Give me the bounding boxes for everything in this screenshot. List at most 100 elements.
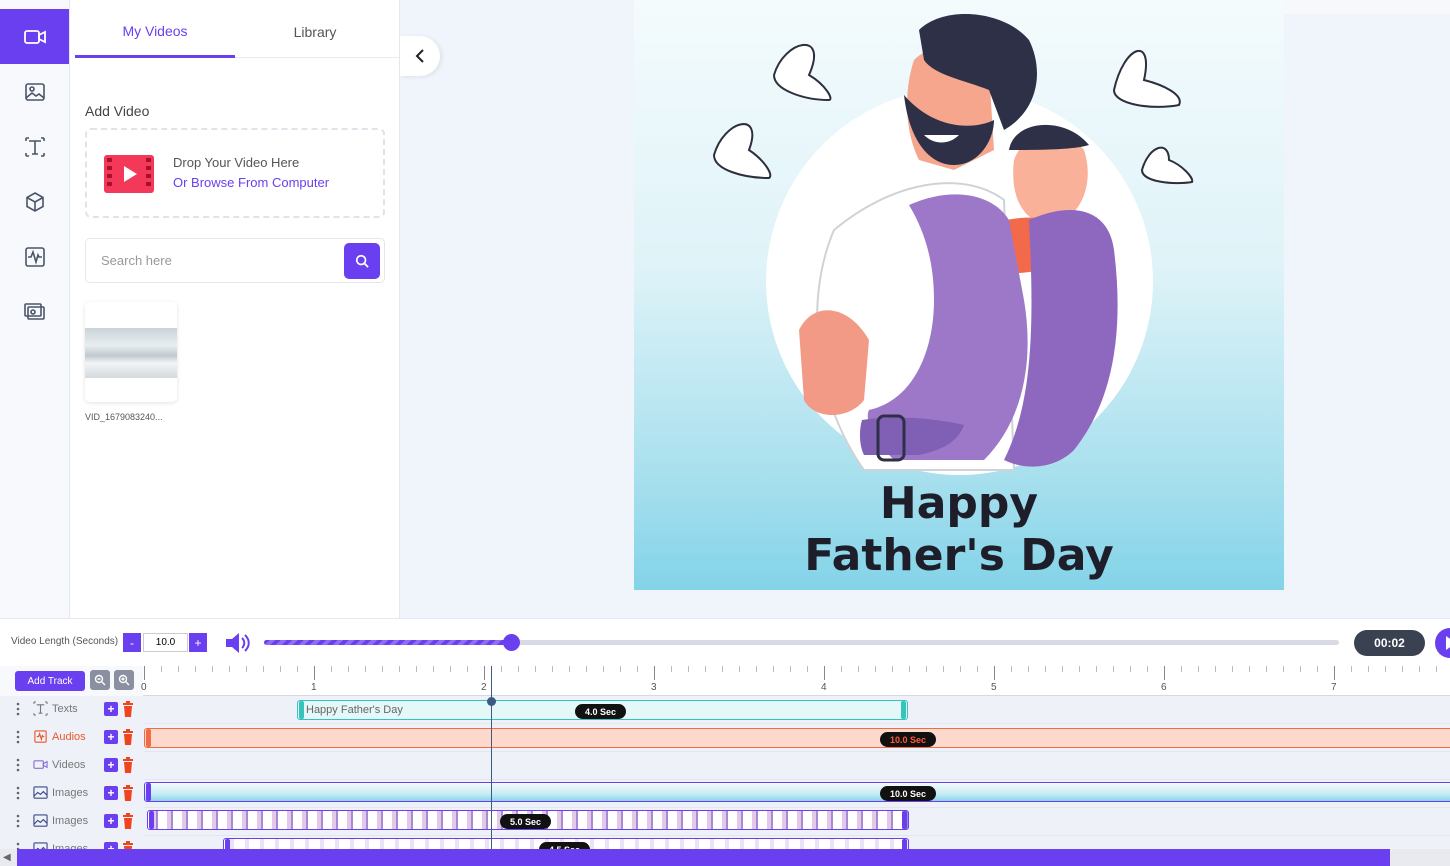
video-file-icon: [104, 155, 154, 193]
audio-tool-button[interactable]: [0, 229, 69, 284]
browse-link[interactable]: Or Browse From Computer: [173, 175, 329, 190]
ruler-minor-tick: [841, 666, 842, 672]
image-icon: [33, 786, 48, 799]
video-canvas[interactable]: Happy Father's Day: [634, 0, 1284, 590]
text-clip[interactable]: Happy Father's Day 4.0 Sec: [297, 700, 908, 720]
elements-tool-button[interactable]: [0, 174, 69, 229]
ruler-minor-tick: [399, 666, 400, 672]
ruler-minor-tick: [212, 666, 213, 672]
clip-end-handle[interactable]: [901, 701, 906, 719]
drag-handle-icon[interactable]: [15, 758, 21, 772]
ruler-minor-tick: [1181, 666, 1182, 672]
ruler-minor-tick: [450, 666, 451, 672]
trash-icon[interactable]: [122, 701, 134, 717]
videos-tool-button[interactable]: [0, 9, 69, 64]
ruler-minor-tick: [773, 666, 774, 672]
video-search: [85, 238, 385, 283]
track-label: Images: [52, 787, 89, 799]
scroll-left-icon[interactable]: ◀: [3, 852, 11, 863]
playhead[interactable]: [490, 666, 492, 866]
chevron-left-icon: [415, 49, 424, 63]
video-dropzone[interactable]: Drop Your Video Here Or Browse From Comp…: [85, 128, 385, 218]
track-row-images: Images +: [0, 780, 143, 808]
ruler-minor-tick: [620, 666, 621, 672]
decrease-length-button[interactable]: -: [123, 633, 141, 652]
slides-icon: [23, 302, 45, 320]
text-tool-button[interactable]: [0, 119, 69, 174]
audio-clip[interactable]: 10.0 Sec: [144, 728, 1450, 748]
ruler-minor-tick: [586, 666, 587, 672]
ruler-minor-tick: [1317, 666, 1318, 672]
images-tool-button[interactable]: [0, 64, 69, 119]
image-clip[interactable]: 5.0 Sec: [147, 810, 909, 830]
search-button[interactable]: [344, 243, 380, 279]
trash-icon[interactable]: [122, 785, 134, 801]
add-to-track-button[interactable]: +: [104, 786, 118, 800]
scrollbar-thumb[interactable]: [17, 849, 1390, 866]
zoom-in-button[interactable]: [114, 670, 134, 690]
progress-knob[interactable]: [503, 634, 521, 651]
add-to-track-button[interactable]: +: [104, 758, 118, 772]
zoom-out-icon: [94, 674, 106, 686]
ruler-minor-tick: [382, 666, 383, 672]
play-button[interactable]: [1435, 628, 1450, 658]
ruler-minor-tick: [1368, 666, 1369, 672]
playhead-handle[interactable]: [486, 697, 496, 706]
ruler-minor-tick: [1096, 666, 1097, 672]
video-thumbnail[interactable]: [85, 302, 177, 402]
text-clip-name: Happy Father's Day: [306, 704, 403, 716]
clip-start-handle[interactable]: [149, 811, 154, 829]
playback-progress[interactable]: [264, 634, 1339, 651]
ruler-minor-tick: [756, 666, 757, 672]
ruler-minor-tick: [926, 666, 927, 672]
ruler-minor-tick: [1300, 666, 1301, 672]
drag-handle-icon[interactable]: [15, 730, 21, 744]
clip-duration: 5.0 Sec: [500, 814, 552, 829]
timeline-scrollbar[interactable]: ◀: [0, 849, 1450, 866]
add-track-button[interactable]: Add Track: [15, 671, 85, 691]
increase-length-button[interactable]: +: [189, 633, 207, 652]
trash-icon[interactable]: [122, 729, 134, 745]
ruler-minor-tick: [1436, 666, 1437, 672]
ruler-minor-tick: [688, 666, 689, 672]
ruler-minor-tick: [1402, 666, 1403, 672]
clip-start-handle[interactable]: [299, 701, 304, 719]
video-length-input[interactable]: [143, 633, 188, 652]
add-to-track-button[interactable]: +: [104, 814, 118, 828]
ruler-minor-tick: [1062, 666, 1063, 672]
clip-end-handle[interactable]: [902, 811, 907, 829]
add-to-track-button[interactable]: +: [104, 730, 118, 744]
videos-panel: My Videos Library Add Video Drop Your Vi…: [70, 0, 400, 618]
lane-videos: [143, 752, 1450, 780]
search-input[interactable]: [86, 239, 342, 282]
tab-library[interactable]: Library: [235, 6, 395, 58]
image-icon: [33, 814, 48, 827]
drag-handle-icon[interactable]: [15, 814, 21, 828]
collapse-panel-button[interactable]: [400, 36, 440, 76]
panel-tabs: My Videos Library: [75, 6, 400, 58]
image-clip[interactable]: 10.0 Sec: [144, 782, 1450, 802]
element-icon: [25, 191, 44, 212]
add-to-track-button[interactable]: +: [104, 702, 118, 716]
progress-fill: [264, 640, 512, 645]
slides-tool-button[interactable]: [0, 284, 69, 339]
drag-handle-icon[interactable]: [15, 786, 21, 800]
clip-start-handle[interactable]: [146, 783, 151, 801]
ruler-minor-tick: [569, 666, 570, 672]
audio-icon: [34, 730, 47, 743]
clip-start-handle[interactable]: [146, 729, 151, 747]
drag-handle-icon[interactable]: [15, 702, 21, 716]
ruler-minor-tick: [960, 666, 961, 672]
time-ruler[interactable]: 01234567: [141, 666, 1450, 696]
ruler-minor-tick: [433, 666, 434, 672]
trash-icon[interactable]: [122, 757, 134, 773]
lane-images-2: 5.0 Sec: [143, 808, 1450, 836]
greeting-line-2: Father's Day: [804, 530, 1114, 581]
volume-icon[interactable]: [224, 630, 252, 656]
ruler-minor-tick: [875, 666, 876, 672]
ruler-minor-tick: [1198, 666, 1199, 672]
zoom-out-button[interactable]: [90, 670, 110, 690]
tab-my-videos[interactable]: My Videos: [75, 6, 235, 58]
ruler-minor-tick: [671, 666, 672, 672]
trash-icon[interactable]: [122, 813, 134, 829]
